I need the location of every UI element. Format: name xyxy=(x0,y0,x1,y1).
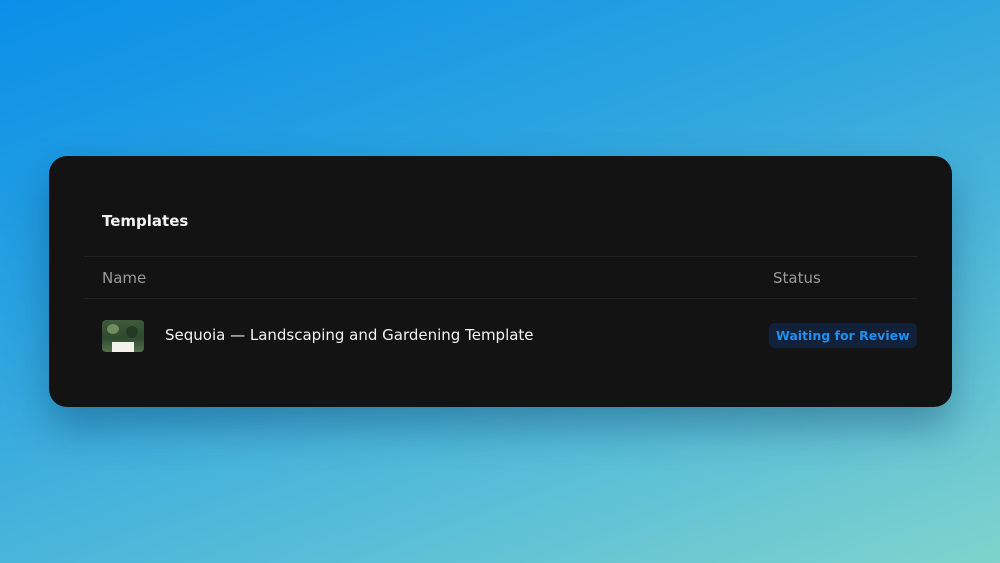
status-badge: Waiting for Review xyxy=(769,323,917,348)
column-header-name[interactable]: Name xyxy=(102,269,146,287)
card-title: Templates xyxy=(102,212,189,230)
template-thumbnail[interactable] xyxy=(102,320,144,352)
table-row[interactable]: Sequoia — Landscaping and Gardening Temp… xyxy=(49,299,952,375)
column-header-status[interactable]: Status xyxy=(773,269,821,287)
thumbnail-page xyxy=(112,342,134,352)
templates-card: Templates Name Status Sequoia — Landscap… xyxy=(49,156,952,407)
header-divider xyxy=(84,256,917,257)
thumbnail-foliage xyxy=(126,326,138,338)
template-name[interactable]: Sequoia — Landscaping and Gardening Temp… xyxy=(165,326,534,344)
thumbnail-foliage xyxy=(107,324,119,334)
